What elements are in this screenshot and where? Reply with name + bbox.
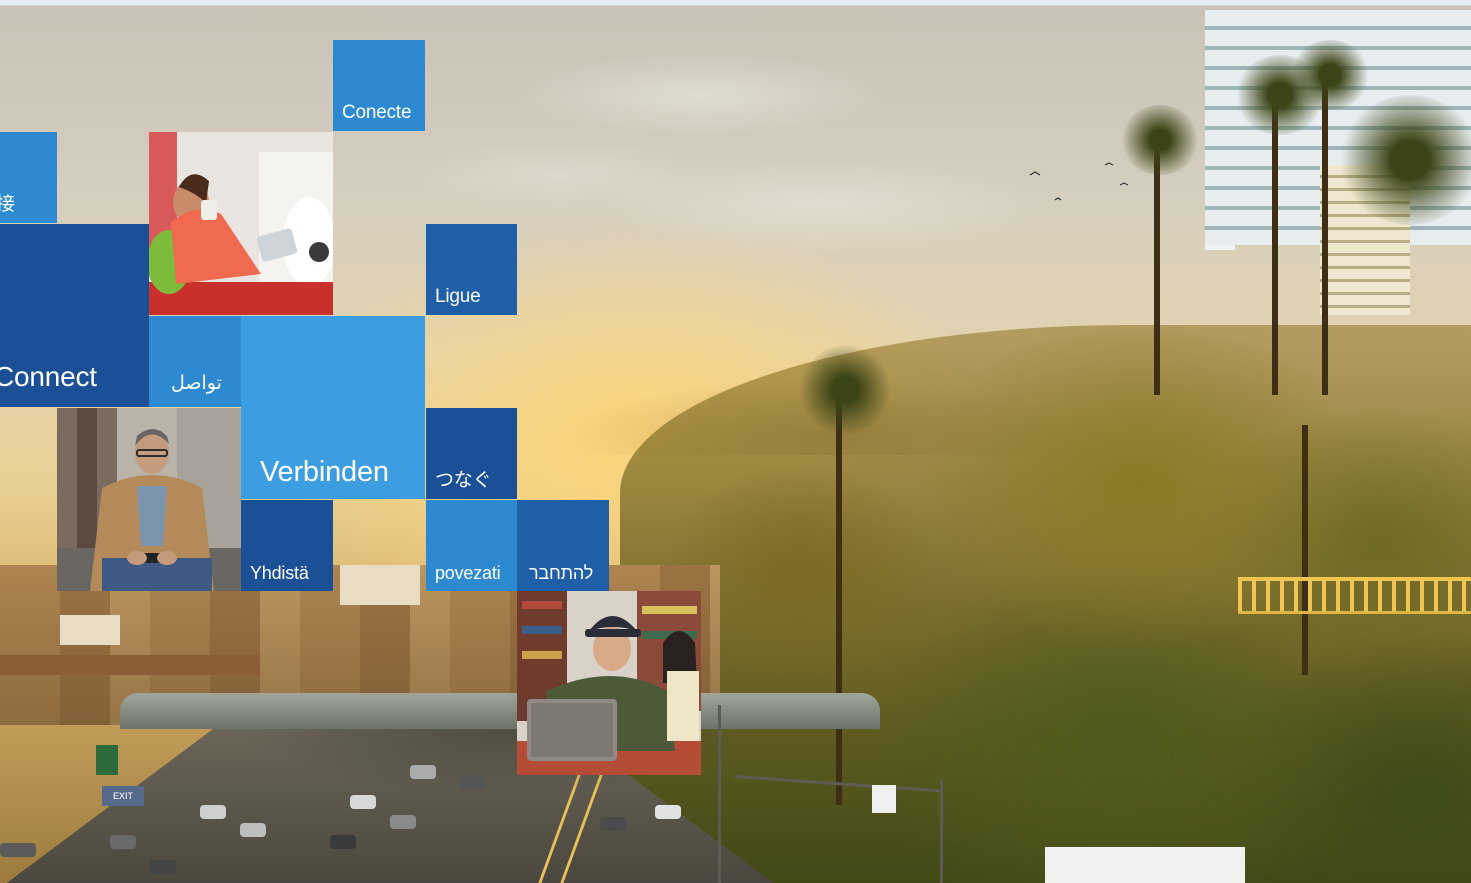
palm-crown	[1290, 40, 1370, 110]
yellow-railing	[1238, 577, 1471, 614]
palm-trunk	[1272, 95, 1278, 395]
car	[655, 805, 681, 819]
tile-connect: Connect	[0, 224, 149, 407]
car	[200, 805, 226, 819]
tile-povezati: povezati	[426, 500, 517, 591]
white-house	[340, 565, 420, 605]
tile-ligue: Ligue	[426, 224, 517, 315]
tile-chinese: 接	[0, 132, 57, 223]
tile-hebrew: להתחבר	[517, 500, 609, 591]
tile-label: つなぐ	[435, 470, 492, 491]
exit-sign: EXIT	[102, 786, 144, 806]
window-top-border	[0, 0, 1471, 6]
car	[150, 860, 176, 874]
man-with-phone-photo	[57, 408, 241, 591]
car	[390, 815, 416, 829]
tile-verbinden: Verbinden	[241, 316, 425, 499]
car	[600, 817, 626, 831]
street-light-pole	[940, 780, 943, 883]
palm-trunk	[1302, 425, 1308, 675]
overpass-bridge	[120, 693, 880, 729]
tile-conecte: Conecte	[333, 40, 425, 131]
tile-arabic: تواصل	[149, 316, 241, 407]
tile-label: Verbinden	[260, 456, 389, 488]
rooftop	[0, 655, 260, 675]
woman-with-tablet-photo	[149, 132, 333, 315]
tile-yhdista: Yhdistä	[241, 500, 333, 591]
car	[0, 843, 36, 857]
palm-trunk	[1154, 145, 1160, 395]
car	[410, 765, 436, 779]
birds	[1029, 162, 1129, 201]
white-wall	[1045, 847, 1245, 883]
tile-label: Conecte	[342, 102, 412, 123]
car	[240, 823, 266, 837]
palm-crown	[1340, 95, 1471, 225]
road-sign	[872, 785, 896, 813]
tile-japanese: つなぐ	[426, 408, 517, 499]
car	[350, 795, 376, 809]
street-light-pole	[718, 705, 721, 883]
tile-label: להתחבר	[529, 563, 594, 583]
car	[110, 835, 136, 849]
palm-trunk	[1322, 75, 1328, 395]
tile-label: Ligue	[435, 286, 481, 307]
tile-label: 接	[0, 194, 15, 215]
couple-with-laptop-photo	[517, 591, 701, 775]
palm-crown	[800, 345, 890, 435]
bridge-shadow	[150, 725, 850, 883]
tile-label: Yhdistä	[250, 563, 309, 583]
highway-sign	[96, 745, 118, 775]
tile-label: تواصل	[171, 373, 222, 394]
white-house	[60, 615, 120, 645]
tile-label: povezati	[435, 563, 501, 583]
car	[330, 835, 356, 849]
tile-label: Connect	[0, 361, 97, 392]
car	[460, 775, 486, 789]
